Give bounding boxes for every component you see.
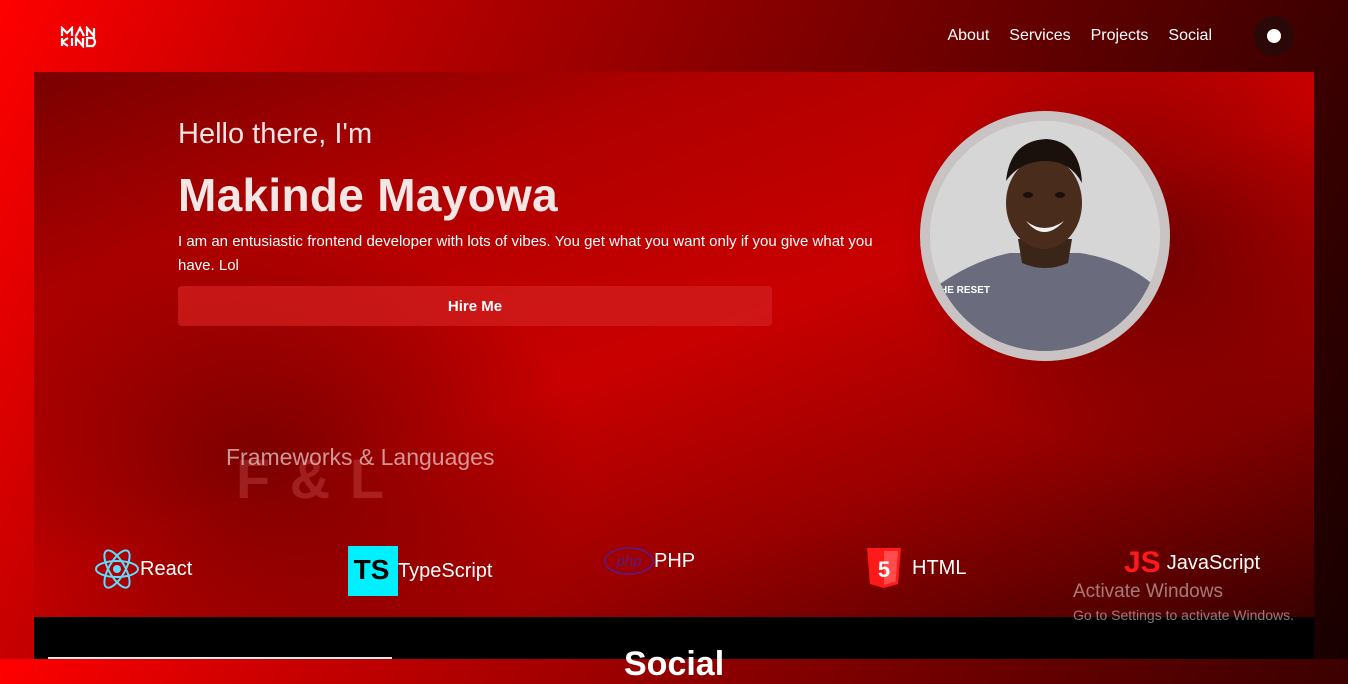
typescript-icon: TS [348, 546, 398, 596]
nav-link-social[interactable]: Social [1168, 27, 1212, 45]
hero-bio: I am an entusiastic frontend developer w… [178, 233, 873, 274]
php-icon-text: php [615, 553, 641, 570]
skill-label: PHP [654, 549, 696, 572]
nav-link-services[interactable]: Services [1009, 27, 1070, 45]
activation-title: Activate Windows [1073, 581, 1223, 602]
top-navbar: About Services Projects Social [0, 0, 1348, 72]
nav-link-projects[interactable]: Projects [1091, 27, 1149, 45]
react-icon [94, 546, 140, 592]
nav-link-about[interactable]: About [947, 27, 989, 45]
activation-subtitle: Go to Settings to activate Windows. [1073, 607, 1294, 623]
os-activation-watermark: Activate Windows Go to Settings to activ… [1073, 581, 1294, 623]
html5-icon-text: 5 [878, 557, 890, 582]
skill-label: TypeScript [398, 559, 493, 582]
html5-icon: 5 [864, 546, 904, 590]
frameworks-title: Frameworks & Languages [226, 444, 495, 470]
javascript-icon: JS [1124, 546, 1161, 579]
theme-toggle-button[interactable] [1254, 16, 1294, 56]
photo-shirt-text: HE RESET [940, 285, 991, 296]
profile-photo: HE RESET [930, 121, 1160, 351]
social-section: Social [34, 617, 1314, 683]
hire-me-button[interactable]: Hire Me [178, 286, 772, 326]
hero-section: Hello there, I'm Makinde Mayowa I am an … [34, 72, 1314, 617]
toggle-dot-icon [1267, 29, 1281, 43]
skill-label: React [140, 557, 193, 580]
main-nav: About Services Projects Social [927, 27, 1212, 45]
php-icon: php [604, 546, 654, 576]
profile-photo-frame: HE RESET [920, 111, 1170, 361]
skill-javascript: JS JavaScript [1124, 546, 1260, 580]
skill-label: HTML [912, 556, 967, 579]
skill-typescript: TS TypeScript [348, 546, 492, 596]
skill-label: JavaScript [1166, 551, 1261, 574]
hero-greeting: Hello there, I'm [178, 118, 373, 150]
hero-name: Makinde Mayowa [178, 169, 558, 221]
skill-php: php PHP [604, 546, 695, 576]
logo[interactable] [60, 25, 108, 49]
social-heading: Social [624, 645, 725, 683]
skill-html: 5 HTML [864, 546, 966, 590]
skill-react: React [94, 546, 192, 592]
